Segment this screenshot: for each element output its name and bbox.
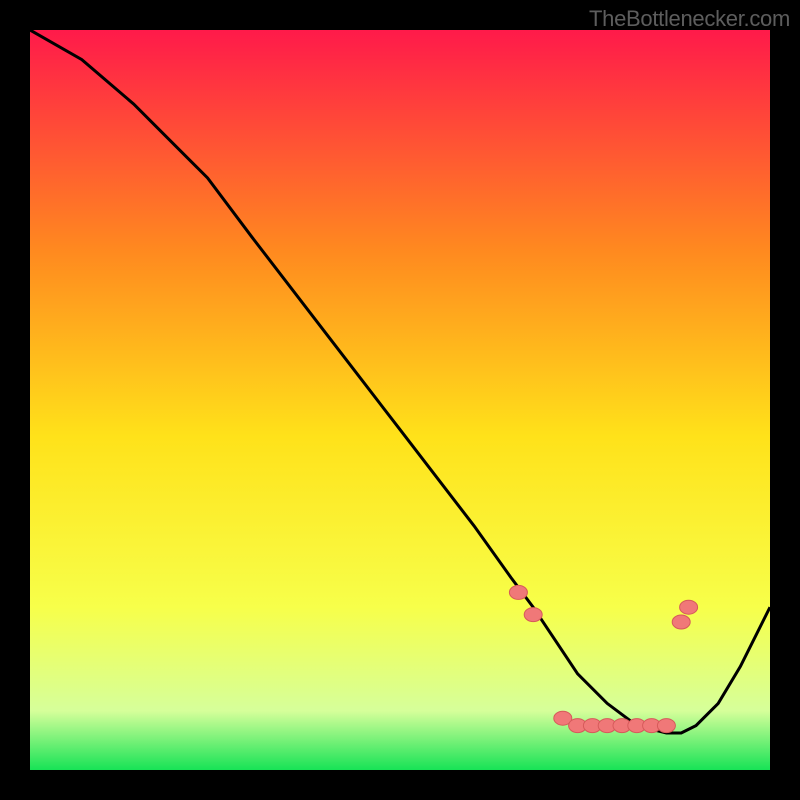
chart-svg — [30, 30, 770, 770]
curve-marker — [524, 608, 542, 622]
curve-marker — [672, 615, 690, 629]
chart-frame: TheBottlenecker.com — [0, 0, 800, 800]
curve-marker — [680, 600, 698, 614]
attribution-text: TheBottlenecker.com — [589, 6, 790, 32]
curve-marker — [657, 719, 675, 733]
gradient-background — [30, 30, 770, 770]
curve-marker — [509, 585, 527, 599]
plot-area — [30, 30, 770, 770]
